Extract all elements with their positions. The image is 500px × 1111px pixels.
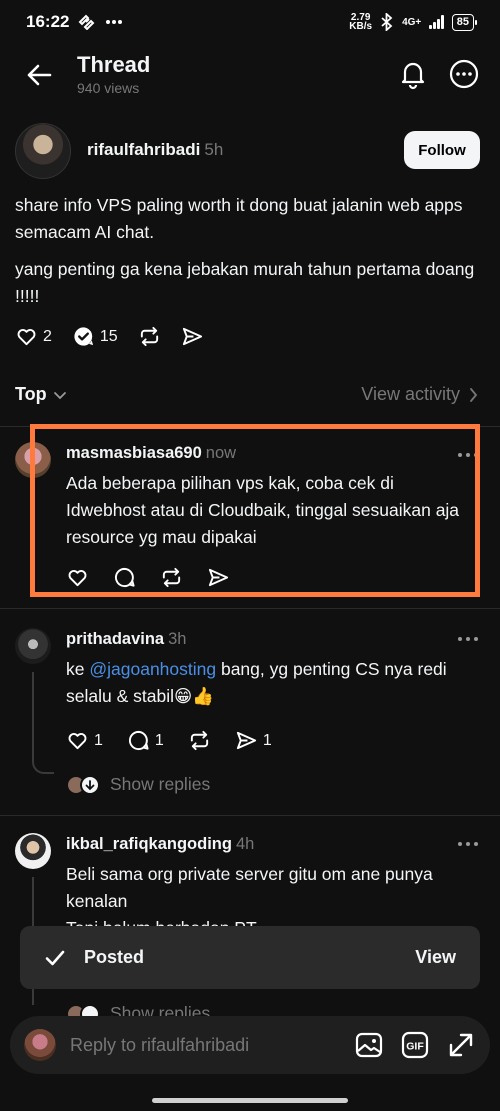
avatar[interactable]	[15, 833, 51, 869]
divider	[0, 815, 500, 816]
status-bar: 16:22 2.79 KB/s 4G+ 85	[0, 0, 500, 44]
svg-text:GIF: GIF	[406, 1041, 424, 1053]
avatar	[24, 1029, 56, 1061]
reply-composer: Reply to rifaulfahribadi GIF	[10, 1016, 490, 1074]
more-notifications-icon	[106, 20, 123, 24]
divider	[0, 608, 500, 609]
reply-input[interactable]: Reply to rifaulfahribadi	[70, 1035, 249, 1056]
like-count: 2	[43, 327, 52, 345]
reply-body: ke @jagoanhosting bang, yg penting CS ny…	[66, 659, 447, 706]
reply-time: 3h	[168, 630, 187, 648]
post-paragraph: share info VPS paling worth it dong buat…	[15, 195, 463, 242]
chevron-right-icon	[470, 387, 478, 402]
home-indicator[interactable]	[152, 1098, 348, 1103]
reply-author[interactable]: ikbal_rafiqkangoding 4h	[66, 835, 254, 854]
bell-icon[interactable]	[397, 58, 429, 90]
check-icon	[45, 950, 65, 965]
post-body: share info VPS paling worth it dong buat…	[15, 192, 485, 310]
comment-count: 1	[154, 731, 164, 749]
view-count: 940 views	[77, 80, 140, 96]
back-arrow-icon[interactable]	[24, 60, 54, 90]
view-activity-link[interactable]: View activity	[361, 384, 478, 405]
network-type: 4G+	[402, 16, 422, 28]
comment-button[interactable]: 1	[127, 729, 164, 752]
share-count: 1	[262, 731, 272, 749]
avatar[interactable]	[15, 123, 71, 179]
app-notification-icon	[79, 14, 95, 30]
share-button[interactable]	[181, 325, 204, 348]
arrow-down-icon	[80, 774, 100, 795]
repost-icon	[190, 730, 208, 751]
heart-icon	[68, 733, 87, 750]
toast-message: Posted	[84, 947, 145, 967]
like-count: 1	[94, 731, 103, 749]
reply-actions: 1 1 1	[66, 729, 272, 752]
clock: 16:22	[26, 12, 70, 31]
gif-icon[interactable]: GIF	[400, 1030, 430, 1060]
post-actions: 2 15	[15, 325, 204, 348]
highlight-annotation	[30, 424, 480, 597]
share-button[interactable]: 1	[235, 729, 272, 752]
repost-icon	[140, 326, 158, 347]
signal-icon	[429, 15, 444, 29]
header: Thread 940 views	[0, 44, 500, 104]
avatar[interactable]	[15, 628, 51, 664]
more-options-icon[interactable]	[455, 632, 481, 646]
like-button[interactable]: 2	[15, 325, 52, 348]
reply-author[interactable]: prithadavina 3h	[66, 630, 186, 649]
battery-icon: 85	[451, 13, 478, 31]
reply-count-button[interactable]: 15	[72, 325, 118, 348]
like-button[interactable]: 1	[66, 729, 103, 752]
image-icon[interactable]	[354, 1030, 384, 1060]
net-speed: 2.79 KB/s	[349, 12, 373, 32]
more-options-icon[interactable]	[448, 58, 480, 90]
toast-view-button[interactable]: View	[415, 947, 456, 968]
post-paragraph: yang penting ga kena jebakan murah tahun…	[15, 259, 475, 306]
reply-avatars	[66, 774, 100, 795]
bluetooth-icon	[381, 13, 393, 31]
expand-icon[interactable]	[446, 1030, 476, 1060]
chevron-down-icon	[53, 391, 66, 399]
reply-time: 4h	[235, 835, 255, 853]
show-replies-button[interactable]: Show replies	[66, 774, 210, 795]
reply-count: 15	[99, 327, 118, 345]
thread-line	[32, 758, 54, 774]
sort-row: Top View activity	[0, 380, 500, 410]
heart-icon	[17, 329, 36, 346]
mention-link[interactable]: @jagoanhosting	[89, 659, 216, 679]
follow-button[interactable]: Follow	[404, 131, 480, 169]
sort-dropdown[interactable]: Top	[15, 384, 67, 405]
thread-line	[32, 672, 34, 760]
repost-button[interactable]	[188, 729, 211, 752]
send-icon	[182, 327, 202, 346]
replied-check-icon	[74, 327, 93, 346]
repost-button[interactable]	[138, 325, 161, 348]
page-title: Thread	[77, 52, 151, 77]
posted-toast: Posted View	[20, 926, 480, 989]
send-icon	[236, 731, 256, 750]
comment-icon	[128, 730, 149, 751]
post-time: 5h	[204, 140, 224, 159]
more-options-icon[interactable]	[455, 837, 481, 851]
post-author[interactable]: rifaulfahribadi 5h	[87, 140, 223, 160]
